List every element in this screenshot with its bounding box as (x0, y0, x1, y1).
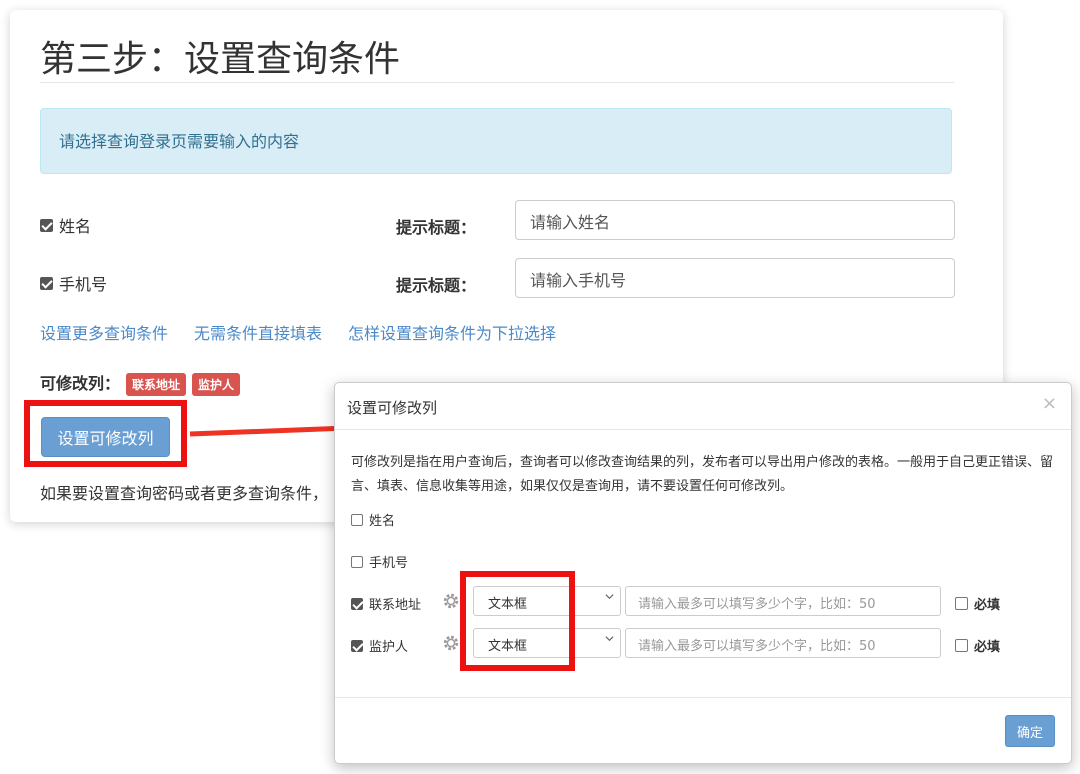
required-label: 必填 (974, 640, 1001, 655)
row-label: 联系地址 (369, 598, 422, 613)
name-hint-input[interactable]: 请输入姓名 (515, 200, 955, 240)
chevron-down-icon (605, 594, 614, 600)
modal-row-address: 联系地址 (351, 594, 421, 613)
field-row-name: 姓名 (40, 213, 91, 237)
chevron-down-icon (605, 636, 614, 642)
field-label: 姓名 (59, 217, 92, 236)
highlight-box (460, 571, 575, 671)
required-checkbox[interactable] (955, 639, 968, 652)
gear-icon[interactable] (442, 634, 460, 652)
row-checkbox[interactable] (351, 513, 363, 526)
modal-title: 设置可修改列 (347, 399, 438, 417)
required-label: 必填 (974, 598, 1001, 613)
modal-row-phone: 手机号 (351, 552, 408, 571)
confirm-button[interactable]: 确定 (1005, 715, 1055, 747)
required-toggle: 必填 (955, 594, 1000, 613)
row-label: 手机号 (369, 556, 409, 571)
footer-text: 如果要设置查询密码或者更多查询条件， (40, 484, 329, 503)
row-label: 监护人 (369, 640, 409, 655)
info-alert: 请选择查询登录页需要输入的内容 (40, 108, 952, 174)
max-length-input[interactable]: 请输入最多可以填写多少个字，比如：50 (625, 628, 941, 658)
field-row-phone: 手机号 (40, 271, 107, 295)
modal-header-divider (335, 429, 1071, 430)
gear-icon[interactable] (442, 592, 460, 610)
required-toggle: 必填 (955, 636, 1000, 655)
row-label: 姓名 (369, 514, 396, 529)
hint-title-label: 提示标题： (396, 218, 477, 237)
phone-checkbox[interactable] (40, 276, 53, 290)
more-conditions-link[interactable]: 设置更多查询条件 (40, 324, 168, 343)
close-icon[interactable]: × (1042, 393, 1057, 414)
no-condition-link[interactable]: 无需条件直接填表 (194, 324, 322, 343)
title-divider (40, 82, 954, 83)
phone-hint-input[interactable]: 请输入手机号 (515, 258, 955, 298)
modal-row-guardian: 监护人 (351, 636, 408, 655)
modal-row-name: 姓名 (351, 510, 395, 529)
row-checkbox[interactable] (351, 639, 363, 652)
query-links: 设置更多查询条件 无需条件直接填表 怎样设置查询条件为下拉选择 (40, 320, 582, 344)
editable-columns-modal: 设置可修改列 × 可修改列是指在用户查询后，查询者可以修改查询结果的列，发布者可… (334, 382, 1072, 764)
page-title: 第三步：设置查询条件 (40, 39, 401, 80)
editable-label: 可修改列： (40, 374, 121, 393)
modal-footer-divider (335, 697, 1071, 698)
hint-title-label: 提示标题： (396, 276, 477, 295)
dropdown-help-link[interactable]: 怎样设置查询条件为下拉选择 (348, 324, 556, 343)
row-checkbox[interactable] (351, 597, 363, 610)
field-label: 手机号 (59, 275, 108, 294)
modal-description: 可修改列是指在用户查询后，查询者可以修改查询结果的列，发布者可以导出用户修改的表… (351, 455, 1054, 494)
row-checkbox[interactable] (351, 555, 363, 568)
max-length-input[interactable]: 请输入最多可以填写多少个字，比如：50 (625, 586, 941, 616)
editable-tag: 监护人 (192, 373, 241, 396)
editable-tag: 联系地址 (126, 373, 187, 396)
editable-columns: 可修改列： 联系地址 监护人 (40, 370, 241, 396)
name-checkbox[interactable] (40, 218, 53, 232)
highlight-box (24, 400, 187, 467)
required-checkbox[interactable] (955, 597, 968, 610)
